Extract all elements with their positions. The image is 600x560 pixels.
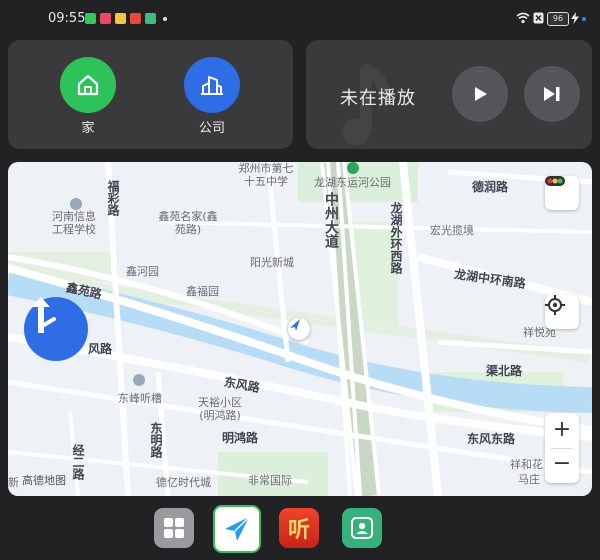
map-view[interactable]: 郑州市第七十五中学 龙湖东运河公园 德润路 福彩路 河南信息工程学校 鑫苑名家(… xyxy=(8,162,592,496)
map-road-dongfeng-east: 东风东路 xyxy=(467,432,516,446)
map-label-tianyu: 天裕小区(明鸿路) xyxy=(198,396,242,422)
map-road-zhongzhou: 中州大道 xyxy=(323,192,339,248)
contacts-icon xyxy=(351,517,373,539)
charging-icon xyxy=(571,12,579,24)
network-dot xyxy=(582,17,586,21)
folder-icon xyxy=(115,13,126,24)
map-road-minghong: 明鸿路 xyxy=(222,431,259,445)
map-road-longhu-outer-west: 龙湖外环西路 xyxy=(389,202,403,274)
home-shortcut-button[interactable] xyxy=(60,57,116,113)
map-label-it-school: 河南信息工程学校 xyxy=(52,210,96,236)
company-label: 公司 xyxy=(198,121,225,136)
turn-arrow-icon xyxy=(32,297,56,333)
map-provider-watermark: 高德地图 xyxy=(22,474,66,487)
building-poi-icon xyxy=(133,374,145,386)
traffic-light-icon xyxy=(545,176,565,186)
navigation-button[interactable] xyxy=(24,297,88,361)
park-icon xyxy=(347,162,359,174)
contacts-app-button[interactable] xyxy=(342,508,382,548)
no-sim-icon xyxy=(533,12,544,24)
skip-next-icon xyxy=(544,87,560,101)
next-track-button[interactable] xyxy=(524,66,580,122)
status-bar: 09:55 96 xyxy=(0,0,600,36)
map-label-feichang: 非常国际 xyxy=(248,474,292,487)
map-label-xianghe: 祥和花 xyxy=(510,458,543,471)
location-arrow-icon xyxy=(290,319,300,331)
zoom-out-button[interactable]: − xyxy=(545,448,579,482)
school-poi-icon xyxy=(70,198,82,210)
map-label-yangguang: 阳光新城 xyxy=(250,256,294,269)
home-icon xyxy=(77,74,99,96)
amap-app-button[interactable] xyxy=(213,505,261,553)
wifi-icon xyxy=(516,12,530,24)
map-road-fucai: 福彩路 xyxy=(106,180,120,216)
battery-indicator: 96 xyxy=(547,12,569,26)
wechat-icon xyxy=(85,13,96,24)
clock: 09:55 xyxy=(48,11,86,26)
app-drawer-button[interactable] xyxy=(154,508,194,548)
map-label-xinhe: 鑫河园 xyxy=(126,265,159,278)
map-label-xinfu: 鑫福园 xyxy=(186,285,219,298)
locate-icon xyxy=(545,295,565,315)
current-location-marker xyxy=(288,318,310,340)
play-button[interactable] xyxy=(452,66,508,122)
amap-navigation-icon xyxy=(225,516,250,541)
media-status-text: 未在播放 xyxy=(340,88,416,109)
company-shortcut-button[interactable] xyxy=(184,57,240,113)
home-label: 家 xyxy=(81,121,95,136)
building-icon xyxy=(201,76,223,95)
map-road-dongfeng-west: 风路 xyxy=(88,342,113,356)
map-label-mazhuang: 马庄 xyxy=(518,473,540,486)
map-road-dongming: 东明路 xyxy=(149,422,163,458)
traffic-toggle-button[interactable] xyxy=(545,176,579,210)
more-notifications-dot xyxy=(163,17,167,21)
map-label-dongfeng-tingtao: 东峰听槽 xyxy=(118,392,162,405)
ting-audio-icon: 听 xyxy=(287,518,310,543)
message-icon xyxy=(100,13,111,24)
map-label-deyi: 德亿时代城 xyxy=(156,476,211,489)
ting-app-button[interactable]: 听 xyxy=(279,508,319,548)
zoom-controls: + − xyxy=(545,413,579,483)
note-icon xyxy=(130,13,141,24)
locate-me-button[interactable] xyxy=(545,295,579,329)
play-icon xyxy=(475,87,487,101)
map-road-qu-bei: 渠北路 xyxy=(486,364,523,378)
map-road-derun: 德润路 xyxy=(472,180,509,194)
map-label-canal-park: 龙湖东运河公园 xyxy=(314,176,391,189)
zoom-in-button[interactable]: + xyxy=(545,414,579,448)
map-label-hongguang: 宏光揽境 xyxy=(430,224,474,237)
map-label-xin: 新 xyxy=(8,476,19,489)
app-grid-icon xyxy=(164,518,184,538)
shield-icon xyxy=(145,13,156,24)
map-road-jing-er: 经二路 xyxy=(71,444,85,480)
map-label-xinyuan-mingjia: 鑫苑名家(鑫苑路) xyxy=(158,210,218,236)
map-label-school: 郑州市第七十五中学 xyxy=(238,162,294,188)
